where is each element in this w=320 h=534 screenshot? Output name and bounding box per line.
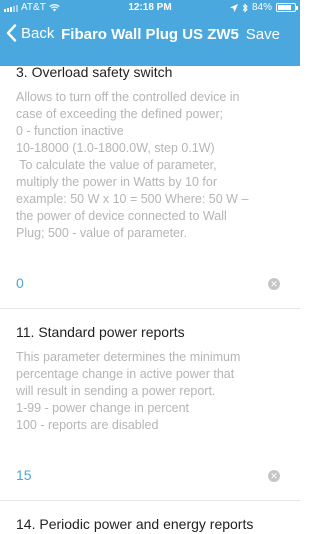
parameter-title: 11. Standard power reports (16, 324, 185, 340)
bluetooth-icon (242, 2, 248, 13)
parameter-title: 3. Overload safety switch (16, 64, 173, 80)
parameter-value-field[interactable]: 15 ✕ (0, 457, 300, 493)
divider (0, 308, 300, 309)
status-bar: AT&T 12:18 PM 84% (0, 0, 300, 17)
save-button[interactable]: Save (246, 26, 280, 43)
navigation-bar: AT&T 12:18 PM 84% Back Fibaro Wall Plug … (0, 0, 300, 66)
parameter-standard-power-reports: 11. Standard power reports This paramete… (16, 324, 286, 434)
battery-icon (276, 3, 298, 12)
clear-icon[interactable]: ✕ (268, 278, 280, 290)
parameter-overload-safety-switch: 3. Overload safety switch Allows to turn… (16, 64, 286, 242)
divider (0, 500, 300, 501)
battery-percent: 84% (251, 2, 272, 13)
location-arrow-icon (229, 3, 238, 12)
parameter-description: Allows to turn off the controlled device… (16, 90, 249, 240)
parameter-value-input[interactable]: 0 (16, 275, 24, 291)
parameter-periodic-power-energy-reports: 14. Periodic power and energy reports (16, 516, 286, 532)
parameter-value-input[interactable]: 15 (16, 467, 32, 483)
clear-icon[interactable]: ✕ (268, 470, 280, 482)
parameter-title: 14. Periodic power and energy reports (16, 516, 254, 532)
parameter-description: This parameter determines the minimum pe… (16, 350, 241, 432)
parameter-value-field[interactable]: 0 ✕ (0, 265, 300, 301)
